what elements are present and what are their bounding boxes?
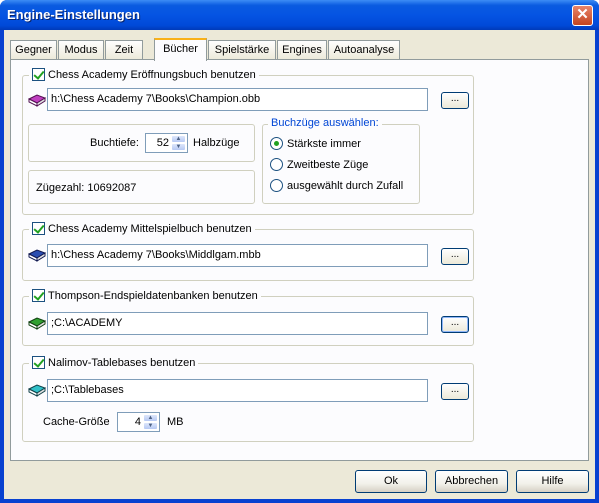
middlegame-book-group: Chess Academy Mittelspielbuch benutzen h… xyxy=(22,222,474,281)
spinner-arrows[interactable]: ▲ ▼ xyxy=(143,414,158,430)
move-selection-title: Buchzüge auswählen: xyxy=(268,117,382,129)
middlegame-book-checkbox[interactable] xyxy=(32,222,45,235)
option-second-best[interactable]: Zweitbeste Züge xyxy=(270,158,368,171)
dialog-client: Gegner Modus Zeit Bücher Spielstärke Eng… xyxy=(4,30,595,499)
cache-size-spinner[interactable]: 4 ▲ ▼ xyxy=(117,412,160,432)
tab-label: Zeit xyxy=(114,44,134,56)
option-strongest[interactable]: Stärkste immer xyxy=(270,137,361,150)
endgame-db-browse-button[interactable]: ... xyxy=(441,316,469,333)
option-random[interactable]: ausgewählt durch Zufall xyxy=(270,179,403,192)
book-icon xyxy=(28,384,46,397)
close-button[interactable]: ✕ xyxy=(572,5,593,26)
option-strongest-label: Stärkste immer xyxy=(287,137,361,150)
tab-label: Engines xyxy=(282,44,322,56)
tab-label: Gegner xyxy=(15,44,52,56)
move-count-text: Zügezahl: 10692087 xyxy=(36,182,137,194)
spinner-arrows[interactable]: ▲ ▼ xyxy=(171,135,186,151)
tab-engines[interactable]: Engines xyxy=(277,40,327,60)
ok-button[interactable]: Ok xyxy=(355,470,427,493)
middlegame-book-browse-button[interactable]: ... xyxy=(441,248,469,265)
tab-label: Autoanalyse xyxy=(333,44,395,56)
radio-random[interactable] xyxy=(270,179,283,192)
opening-book-checkbox[interactable] xyxy=(32,68,45,81)
option-second-best-label: Zweitbeste Züge xyxy=(287,158,369,171)
option-random-label: ausgewählt durch Zufall xyxy=(287,179,404,192)
spin-up-icon[interactable]: ▲ xyxy=(171,135,186,143)
opening-book-group: Chess Academy Eröffnungsbuch benutzen h:… xyxy=(22,68,474,215)
opening-book-browse-button[interactable]: ... xyxy=(441,92,469,109)
middlegame-book-toggle[interactable]: Chess Academy Mittelspielbuch benutzen xyxy=(29,222,255,235)
tab-label: Bücher xyxy=(163,43,198,55)
tab-modus[interactable]: Modus xyxy=(58,40,104,60)
dialog-window: Engine-Einstellungen ✕ Gegner Modus Zeit… xyxy=(0,0,599,503)
tablebases-browse-button[interactable]: ... xyxy=(441,383,469,400)
tablebases-group: Nalimov-Tablebases benutzen ;C:\Tablebas… xyxy=(22,356,474,442)
tab-buecher[interactable]: Bücher xyxy=(154,38,207,61)
book-depth-box: Buchtiefe: 52 ▲ ▼ Halbzüge xyxy=(28,124,255,162)
book-icon xyxy=(28,249,46,262)
middlegame-book-path-input[interactable]: h:\Chess Academy 7\Books\Middlgam.mbb xyxy=(47,244,428,267)
cache-size-unit: MB xyxy=(167,416,184,428)
cache-size-label: Cache-Größe xyxy=(43,416,110,428)
tab-spielstaerke[interactable]: Spielstärke xyxy=(208,40,276,60)
endgame-db-group: Thompson-Endspieldatenbanken benutzen ;C… xyxy=(22,289,474,346)
book-depth-label: Buchtiefe: xyxy=(90,137,139,149)
tab-label: Modus xyxy=(64,44,98,56)
tab-zeit[interactable]: Zeit xyxy=(105,40,143,60)
help-button[interactable]: Hilfe xyxy=(516,470,589,493)
tablebases-path-input[interactable]: ;C:\Tablebases xyxy=(47,379,428,402)
endgame-db-path-input[interactable]: ;C:\ACADEMY xyxy=(47,312,428,335)
endgame-db-toggle[interactable]: Thompson-Endspieldatenbanken benutzen xyxy=(29,289,261,302)
cache-size-value: 4 xyxy=(134,416,141,428)
tab-autoanalyse[interactable]: Autoanalyse xyxy=(328,40,400,60)
book-icon xyxy=(28,94,46,107)
spin-up-icon[interactable]: ▲ xyxy=(143,414,158,422)
opening-book-label: Chess Academy Eröffnungsbuch benutzen xyxy=(48,68,256,81)
move-count-box: Zügezahl: 10692087 xyxy=(28,170,255,204)
books-tab-panel: Chess Academy Eröffnungsbuch benutzen h:… xyxy=(10,59,589,461)
book-icon xyxy=(28,317,46,330)
opening-book-toggle[interactable]: Chess Academy Eröffnungsbuch benutzen xyxy=(29,68,259,81)
endgame-db-label: Thompson-Endspieldatenbanken benutzen xyxy=(48,289,258,302)
tablebases-checkbox[interactable] xyxy=(32,356,45,369)
endgame-db-checkbox[interactable] xyxy=(32,289,45,302)
book-depth-spinner[interactable]: 52 ▲ ▼ xyxy=(145,133,188,153)
close-icon: ✕ xyxy=(576,6,589,23)
title-bar[interactable]: Engine-Einstellungen ✕ xyxy=(0,0,599,30)
spin-down-icon[interactable]: ▼ xyxy=(171,143,186,151)
opening-book-path-input[interactable]: h:\Chess Academy 7\Books\Champion.obb xyxy=(47,88,428,111)
move-selection-group: Buchzüge auswählen: Stärkste immer Zweit… xyxy=(262,117,420,204)
radio-strongest[interactable] xyxy=(270,137,283,150)
middlegame-book-label: Chess Academy Mittelspielbuch benutzen xyxy=(48,222,252,235)
tablebases-label: Nalimov-Tablebases benutzen xyxy=(48,356,196,369)
tab-gegner[interactable]: Gegner xyxy=(10,40,57,60)
radio-second-best[interactable] xyxy=(270,158,283,171)
book-depth-unit: Halbzüge xyxy=(193,137,240,149)
spin-down-icon[interactable]: ▼ xyxy=(143,422,158,430)
tablebases-toggle[interactable]: Nalimov-Tablebases benutzen xyxy=(29,356,199,369)
window-title: Engine-Einstellungen xyxy=(7,7,140,22)
tab-label: Spielstärke xyxy=(214,44,270,56)
book-depth-value: 52 xyxy=(156,137,169,149)
cancel-button[interactable]: Abbrechen xyxy=(435,470,508,493)
